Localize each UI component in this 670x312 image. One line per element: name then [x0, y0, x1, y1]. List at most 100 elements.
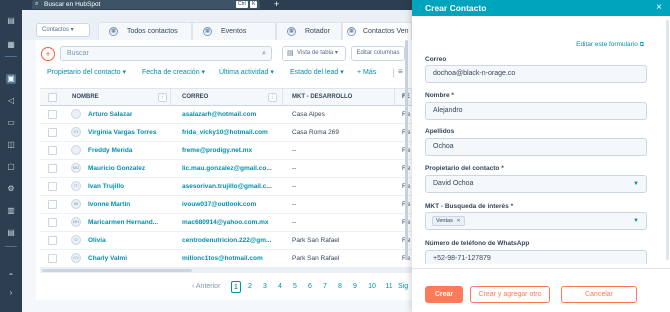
column-header-email[interactable]: CORREO: [182, 89, 208, 106]
whatsapp-field[interactable]: +52-98-71-127879: [425, 250, 647, 264]
row-checkbox[interactable]: [48, 254, 57, 263]
lastname-field[interactable]: Ochoa: [425, 138, 647, 156]
page-1[interactable]: 1: [231, 281, 241, 293]
avatar: MG: [71, 163, 81, 173]
tab-eventos[interactable]: ▦ Eventos: [192, 22, 276, 40]
page-8[interactable]: 8: [336, 281, 344, 293]
expand-icon[interactable]: ›: [6, 288, 16, 298]
page-6[interactable]: 6: [306, 281, 314, 293]
contact-email-link[interactable]: mac680914@yahoo.com.mx: [182, 214, 286, 232]
horizontal-scrollbar[interactable]: [40, 268, 412, 273]
chevron-up-icon[interactable]: ⌃: [6, 272, 16, 282]
vertical-scrollbar[interactable]: [405, 40, 408, 260]
contact-email-link[interactable]: asesorivan.trujillo@gmail.c...: [182, 178, 286, 196]
page-2[interactable]: 2: [246, 281, 254, 293]
object-selector-dropdown[interactable]: Contactos ▾: [36, 23, 90, 37]
library-icon[interactable]: ▤: [6, 228, 16, 238]
contact-name-link[interactable]: Maricarmen Hernand...: [88, 214, 178, 232]
row-checkbox[interactable]: [48, 110, 57, 119]
reports-icon[interactable]: ▥: [6, 206, 16, 216]
row-checkbox[interactable]: [48, 164, 57, 173]
row-checkbox[interactable]: [48, 128, 57, 137]
edit-columns-button[interactable]: Editar columnas: [351, 46, 405, 61]
tab-rotador[interactable]: ▦ Rotador: [276, 22, 342, 40]
select-all-checkbox[interactable]: [48, 93, 57, 102]
firstname-field[interactable]: Alejandro: [425, 102, 647, 120]
row-checkbox[interactable]: [48, 146, 57, 155]
megaphone-icon[interactable]: ◁: [6, 96, 16, 106]
scrollbar-thumb[interactable]: [42, 269, 192, 272]
row-checkbox[interactable]: [48, 236, 57, 245]
advanced-filters-icon[interactable]: ≡: [398, 67, 403, 76]
row-checkbox[interactable]: [48, 200, 57, 209]
grid-icon[interactable]: ▦: [6, 40, 16, 50]
column-header-name[interactable]: NOMBRE: [72, 89, 99, 106]
sales-icon[interactable]: ▭: [6, 118, 16, 128]
create-button[interactable]: Crear: [425, 286, 463, 303]
table-search-input[interactable]: Buscar ⌕: [60, 46, 272, 61]
contact-name-link[interactable]: Freddy Merida: [88, 142, 178, 160]
field-label-email: Correo: [425, 56, 447, 63]
contact-name-link[interactable]: Arturo Salazar: [88, 106, 178, 124]
contact-email-link[interactable]: freme@prodigy.net.mx: [182, 142, 286, 160]
remove-tag-icon[interactable]: ✕: [456, 218, 460, 224]
chevron-down-icon: ▼: [633, 218, 639, 224]
drawer-scrollbar[interactable]: [666, 20, 669, 260]
tag-chip[interactable]: Ventas ✕: [432, 216, 465, 226]
contact-email-link[interactable]: frida_vicky10@hotmail.com: [182, 124, 286, 142]
contact-name-link[interactable]: Virginia Vargas Torres: [88, 124, 178, 142]
contact-name-link[interactable]: Mauricio Gonzalez: [88, 160, 178, 178]
column-menu-icon[interactable]: ⋮: [268, 93, 277, 102]
contact-name-link[interactable]: Olivia: [88, 232, 178, 250]
filter-lead-status[interactable]: Estado del lead ▾: [290, 68, 344, 78]
contacts-icon[interactable]: ▣: [6, 74, 16, 84]
contact-email-link[interactable]: ivouw037@outlook.com: [182, 196, 286, 214]
contact-name-link[interactable]: Ivonne Martin: [88, 196, 178, 214]
row-checkbox[interactable]: [48, 182, 57, 191]
column-header-mkt[interactable]: MKT - DESARROLLO: [292, 89, 352, 106]
owner-select[interactable]: David Ochoa ▼: [425, 175, 647, 193]
table-view-label: Vista de tabla ▾: [297, 50, 338, 56]
table-row: O Olivia centrodenutricion.222@gm... Par…: [40, 232, 412, 250]
page-7[interactable]: 7: [321, 281, 329, 293]
global-search-bar[interactable]: ⌕ Buscar en HubSpot Ctrl K: [32, 0, 260, 9]
add-contact-button[interactable]: +: [41, 47, 55, 61]
website-icon[interactable]: ▢: [6, 162, 16, 172]
service-icon[interactable]: ◫: [6, 140, 16, 150]
close-icon[interactable]: ×: [656, 0, 662, 16]
bookmark-icon[interactable]: ▤: [6, 16, 16, 26]
filter-more[interactable]: + Más: [357, 68, 376, 78]
page-10[interactable]: 10: [366, 281, 378, 293]
contact-email-link[interactable]: centrodenutricion.222@gm...: [182, 232, 286, 250]
filter-owner[interactable]: Propietario del contacto ▾: [47, 68, 126, 78]
page-3[interactable]: 3: [261, 281, 269, 293]
contact-name-link[interactable]: Ivan Trujillo: [88, 178, 178, 196]
contact-email-link[interactable]: millonc1tos@hotmail.com: [182, 250, 286, 268]
interest-multiselect[interactable]: Ventas ✕ ▼: [425, 212, 647, 230]
row-checkbox[interactable]: [48, 218, 57, 227]
page-11[interactable]: 11: [384, 281, 394, 293]
table-view-dropdown[interactable]: ▤ Vista de tabla ▾: [282, 46, 346, 61]
quick-create-button[interactable]: +: [274, 0, 279, 9]
page-4[interactable]: 4: [276, 281, 284, 293]
email-field[interactable]: dochoa@black-n-orage.co: [425, 65, 647, 83]
contact-email-link[interactable]: asalazarh@hotmail.com: [182, 106, 286, 124]
tab-contactos-ventas[interactable]: ▦ Contactos Ven: [342, 22, 412, 40]
contact-name-link[interactable]: Charly Valmi: [88, 250, 178, 268]
drawer-title: Crear Contacto: [425, 3, 487, 13]
edit-form-link[interactable]: Editar este formulario ⧉: [576, 41, 644, 49]
create-and-add-another-button[interactable]: Crear y agregar otro: [470, 286, 550, 303]
page-5[interactable]: 5: [291, 281, 299, 293]
column-menu-icon[interactable]: ⋮: [158, 93, 167, 102]
filter-created-date[interactable]: Fecha de creación ▾: [142, 68, 205, 78]
filter-last-activity[interactable]: Última actividad ▾: [219, 68, 274, 78]
tab-todos-contactos[interactable]: ▦ Todos contactos: [98, 22, 192, 40]
pagination-next[interactable]: Sig: [398, 281, 412, 293]
workflows-icon[interactable]: ⚙: [6, 184, 16, 194]
cancel-button[interactable]: Cancelar: [561, 286, 637, 303]
page-9[interactable]: 9: [351, 281, 359, 293]
avatar: IM: [71, 199, 81, 209]
contact-email-link[interactable]: lic.mau.gonzalez@gmail.co...: [182, 160, 286, 178]
search-icon: ⌕: [262, 50, 266, 57]
pagination-prev[interactable]: ‹ Anterior: [192, 281, 220, 293]
